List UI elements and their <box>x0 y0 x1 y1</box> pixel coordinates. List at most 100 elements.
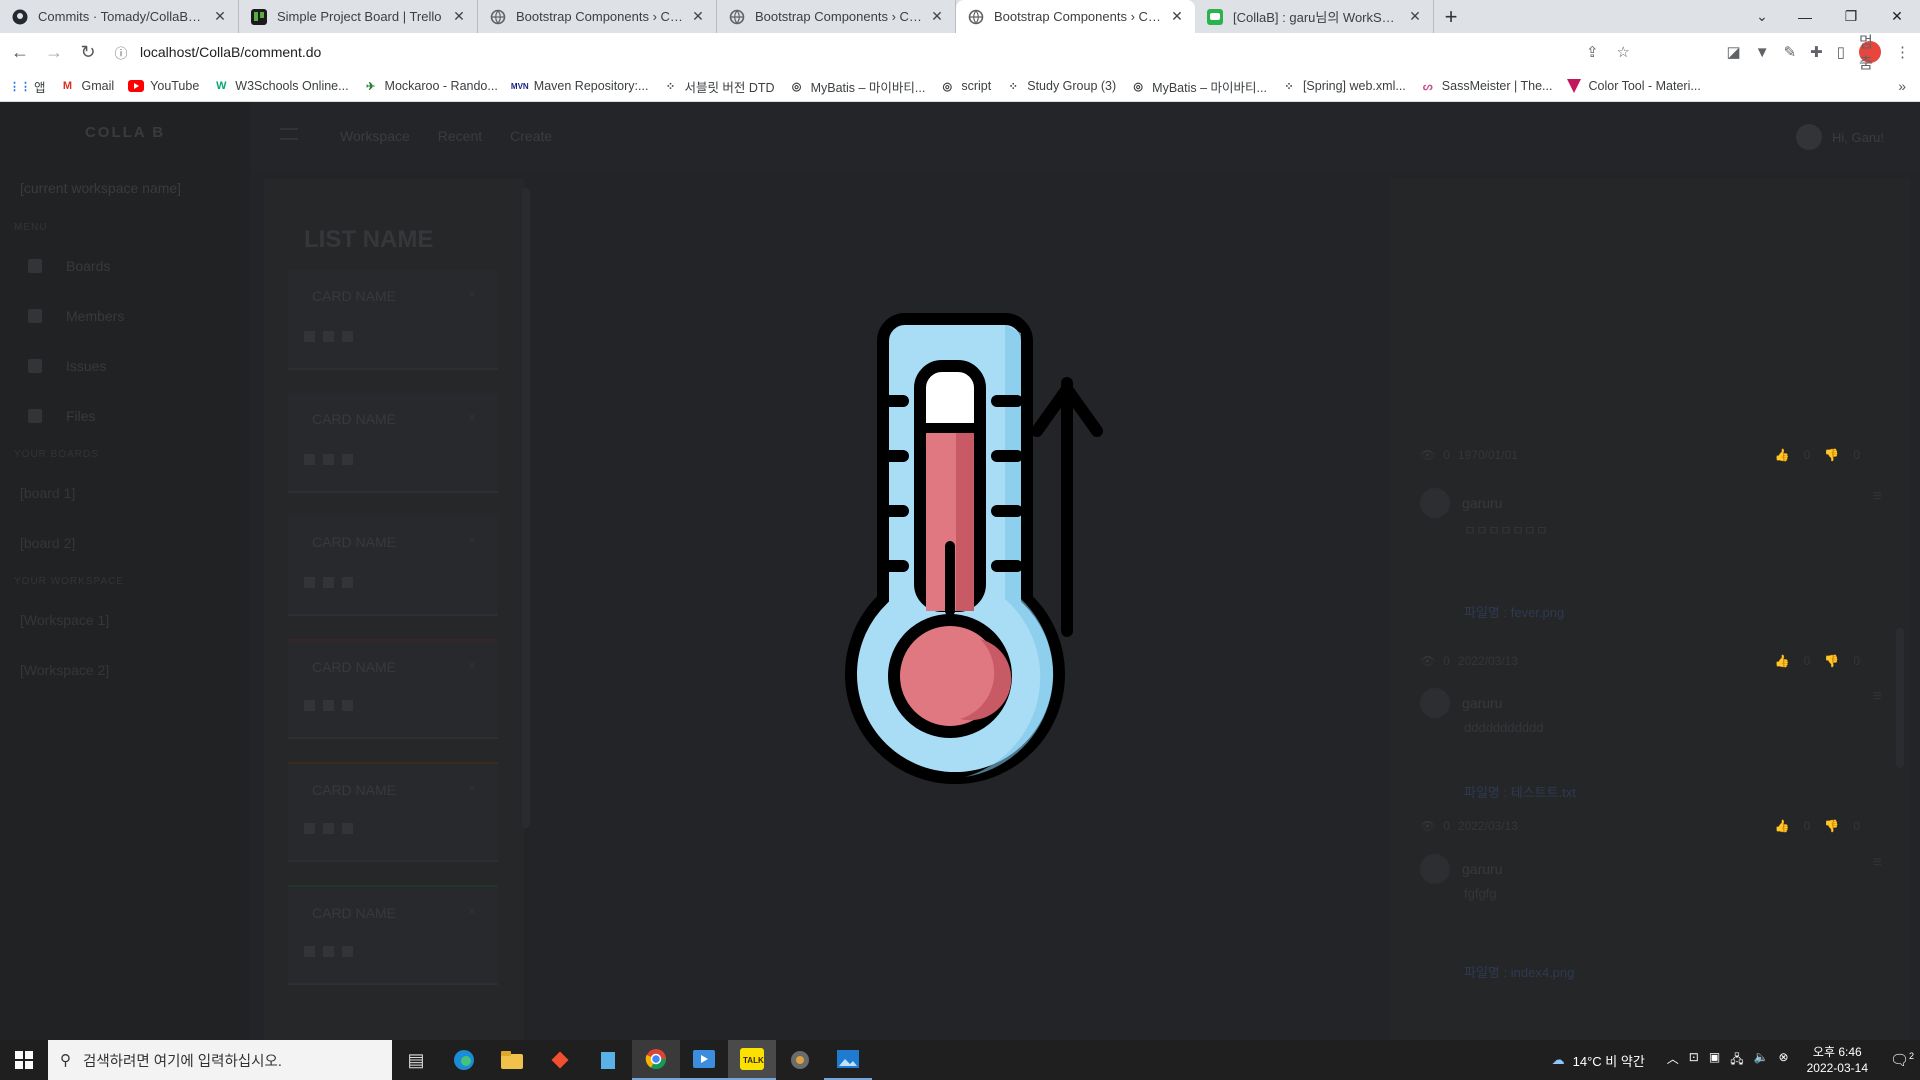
bookmark-w3schools[interactable]: W W3Schools Online... <box>213 78 348 94</box>
windows-start-icon[interactable] <box>0 1040 48 1080</box>
edge-icon[interactable] <box>440 1040 488 1080</box>
bookmark-sassmeister[interactable]: ᔕ SassMeister | The... <box>1420 78 1553 94</box>
eyedropper-icon[interactable]: ✎ <box>1784 43 1797 61</box>
task-view-icon[interactable]: ▤ <box>392 1040 440 1080</box>
extension-icon[interactable]: ◪ <box>1727 43 1741 61</box>
sidebar-board-link[interactable]: [board 1] <box>0 468 250 518</box>
card[interactable]: CARD NAME × <box>288 393 498 493</box>
git-icon[interactable] <box>536 1040 584 1080</box>
card[interactable]: CARD NAME × <box>288 270 498 370</box>
bookmark-apps[interactable]: ⋮⋮ 앱 <box>9 77 46 96</box>
bookmark-color-tool[interactable]: Color Tool - Materi... <box>1566 78 1701 94</box>
photos-icon[interactable] <box>824 1040 872 1080</box>
thumbs-up-icon[interactable]: 👍 <box>1775 654 1790 668</box>
url-text[interactable]: localhost/CollaB/comment.do <box>140 44 321 60</box>
thumbs-up-icon[interactable]: 👍 <box>1775 819 1790 833</box>
reload-icon[interactable]: ↻ <box>74 38 102 66</box>
comment-attachment[interactable]: 파일명 : index4.png <box>1464 962 1574 981</box>
hamburger-menu-icon[interactable] <box>280 128 298 140</box>
bookmark-mybatis[interactable]: ◎ MyBatis – 마이바티... <box>789 77 926 96</box>
window-close-icon[interactable]: ✕ <box>1874 0 1920 33</box>
close-tab-icon[interactable]: ✕ <box>690 8 706 25</box>
share-icon[interactable]: ⇪ <box>1586 43 1599 61</box>
card-close-icon[interactable]: × <box>468 409 476 425</box>
thumbs-up-icon[interactable]: 👍 <box>1775 448 1790 462</box>
file-name[interactable]: index4.png <box>1511 965 1575 980</box>
comment-menu-icon[interactable]: ≡ <box>1873 488 1882 506</box>
kakaotalk-icon[interactable]: TALK <box>728 1040 776 1080</box>
puzzle-icon[interactable]: ✚ <box>1810 43 1823 61</box>
minimize-icon[interactable]: — <box>1782 0 1828 33</box>
card-close-icon[interactable]: × <box>468 903 476 919</box>
comments-scrollbar[interactable] <box>1896 628 1904 768</box>
bookmarks-overflow-icon[interactable]: » <box>1898 78 1906 94</box>
bookmark-study-group[interactable]: ⁘ Study Group (3) <box>1005 78 1117 94</box>
thumbs-down-icon[interactable]: 👎 <box>1824 448 1839 462</box>
user-greeting[interactable]: Hi, Garu! <box>1832 130 1884 145</box>
card[interactable]: CARD NAME × <box>288 762 498 862</box>
nav-link-workspace[interactable]: Workspace <box>340 128 410 144</box>
volume-icon[interactable]: 🔈 <box>1754 1050 1769 1071</box>
nav-link-create[interactable]: Create <box>510 128 552 144</box>
media-icon[interactable] <box>680 1040 728 1080</box>
bookmark-mockaroo[interactable]: ✈ Mockaroo - Rando... <box>363 78 498 94</box>
bookmark-star-icon[interactable]: ☆ <box>1617 43 1630 61</box>
bookmark-dtd[interactable]: ⁘ 서블릿 버전 DTD <box>662 77 775 96</box>
sidebar-item-members[interactable]: Members <box>0 291 250 341</box>
weather-widget[interactable]: ☁ 14°C 비 약간 <box>1552 1051 1645 1070</box>
close-tab-icon[interactable]: ✕ <box>1169 8 1185 25</box>
card-close-icon[interactable]: × <box>468 657 476 673</box>
card-close-icon[interactable]: × <box>468 532 476 548</box>
chrome-icon[interactable] <box>632 1040 680 1080</box>
browser-tab-active[interactable]: Bootstrap Components › Card – ✕ <box>956 0 1195 33</box>
browser-tab[interactable]: Bootstrap Components › Card – ✕ <box>478 0 717 33</box>
browser-tab[interactable]: [CollaB] : garu님의 WorkSpace = ✕ <box>1195 0 1434 33</box>
sidebar-board-link[interactable]: [board 2] <box>0 518 250 568</box>
app-icon[interactable] <box>776 1040 824 1080</box>
close-tab-icon[interactable]: ✕ <box>1407 8 1423 25</box>
sidebar-workspace-link[interactable]: [Workspace 2] <box>0 645 250 695</box>
sidebar-item-files[interactable]: Files <box>0 391 250 441</box>
kebab-menu-icon[interactable]: ⋮ <box>1895 43 1910 61</box>
new-tab-button[interactable]: + <box>1434 0 1468 33</box>
card-close-icon[interactable]: × <box>468 286 476 302</box>
comment-attachment[interactable]: 파일명 : fever.png <box>1464 602 1564 621</box>
address-bar[interactable]: ⓘ localhost/CollaB/comment.do ⇪ ☆ <box>110 37 1640 67</box>
comment-attachment[interactable]: 파일명 : 테스트트.txt <box>1464 782 1576 801</box>
vue-devtools-icon[interactable]: ▼ <box>1755 44 1770 61</box>
bookmark-gmail[interactable]: M Gmail <box>60 78 114 94</box>
user-avatar[interactable] <box>1795 124 1822 150</box>
browser-tab[interactable]: Bootstrap Components › Card – ✕ <box>717 0 956 33</box>
thumbs-down-icon[interactable]: 👎 <box>1824 819 1839 833</box>
file-name[interactable]: fever.png <box>1511 605 1565 620</box>
system-clock[interactable]: 오후 6:46 2022-03-14 <box>1807 1044 1868 1076</box>
network-icon[interactable]: 🖧 <box>1730 1050 1743 1071</box>
bookmark-mybatis-2[interactable]: ◎ MyBatis – 마이바티... <box>1130 77 1267 96</box>
info-icon[interactable]: ⓘ <box>110 43 132 62</box>
side-panel-icon[interactable]: ▯ <box>1837 43 1845 61</box>
comment-menu-icon[interactable]: ≡ <box>1873 688 1882 706</box>
restore-icon[interactable]: ❐ <box>1828 0 1874 33</box>
ime-icon[interactable]: ⊡ <box>1689 1050 1699 1071</box>
tab-search-chevron-icon[interactable]: ⌄ <box>1744 0 1780 33</box>
taskbar-search-box[interactable]: ⚲ 검색하려면 여기에 입력하십시오. <box>48 1040 392 1080</box>
bookmark-script[interactable]: ◎ script <box>939 78 992 94</box>
browser-tab[interactable]: Simple Project Board | Trello ✕ <box>239 0 478 33</box>
card-close-icon[interactable]: × <box>468 780 476 796</box>
enlarged-image-preview[interactable] <box>815 311 1105 831</box>
profile-avatar[interactable]: 멈춤 <box>1859 34 1881 72</box>
list-scrollbar[interactable] <box>522 188 530 828</box>
sidebar-item-issues[interactable]: Issues <box>0 341 250 391</box>
bookmark-maven[interactable]: MVN Maven Repository:... <box>511 78 649 94</box>
sidebar-item-boards[interactable]: Boards <box>0 241 250 291</box>
notification-center-icon[interactable]: 🗨2 <box>1884 1051 1920 1069</box>
card[interactable]: CARD NAME × <box>288 516 498 616</box>
file-name[interactable]: 테스트트.txt <box>1511 785 1576 800</box>
bookmark-youtube[interactable]: YouTube <box>128 78 199 94</box>
brand-logo[interactable]: COLLA B <box>0 102 250 162</box>
bookmark-spring[interactable]: ⁘ [Spring] web.xml... <box>1281 78 1405 94</box>
nav-link-recent[interactable]: Recent <box>438 128 482 144</box>
sidebar-workspace-link[interactable]: [Workspace 1] <box>0 595 250 645</box>
card[interactable]: CARD NAME × <box>288 639 498 739</box>
display-icon[interactable]: ▣ <box>1709 1050 1720 1071</box>
